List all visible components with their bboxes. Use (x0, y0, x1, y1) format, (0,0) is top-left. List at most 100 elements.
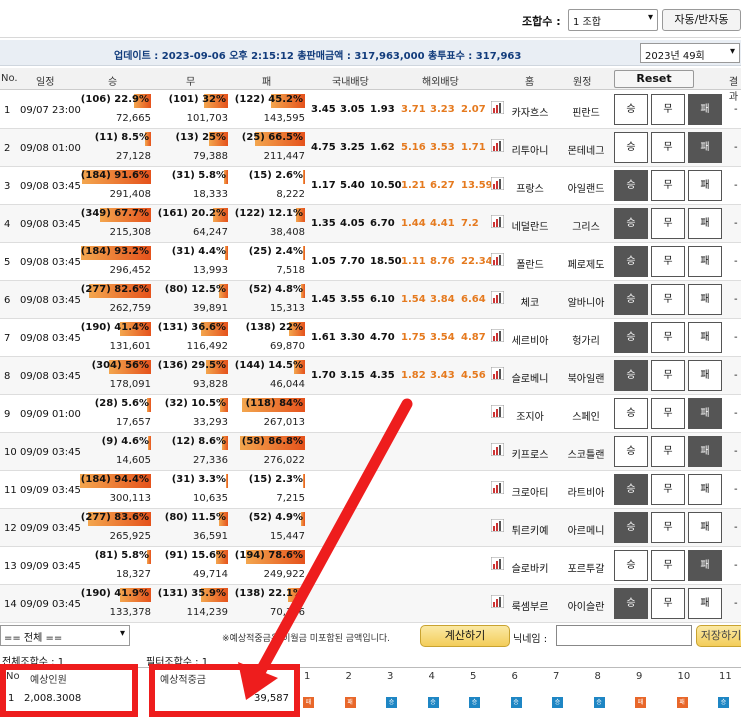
overseas-odds: 1.54 (401, 294, 426, 305)
pick-lose-button[interactable]: 패 (688, 474, 722, 505)
pick-draw-button[interactable]: 무 (651, 170, 685, 201)
vote-d: (31) 5.8% (153, 168, 228, 186)
pick-win-button[interactable]: 승 (614, 588, 648, 619)
pick-lose-button[interactable]: 패 (688, 322, 722, 353)
pick-lose-button[interactable]: 패 (688, 398, 722, 429)
vote-total: 72,665 (116, 113, 151, 124)
pick-win-button[interactable]: 승 (614, 284, 648, 315)
chevron-down-icon: ▾ (119, 628, 125, 639)
pick-draw-button[interactable]: 무 (651, 132, 685, 163)
domestic-odds: 6.70 (370, 218, 395, 229)
pick-draw-button[interactable]: 무 (651, 550, 685, 581)
home-team: 룩셈부르 (511, 602, 549, 613)
vote-l: (15) 2.3% (230, 472, 305, 490)
calculate-button[interactable]: 계산하기 (420, 625, 510, 647)
pick-lose-button[interactable]: 패 (688, 512, 722, 543)
nickname-input[interactable] (556, 625, 692, 646)
pick-lose-button[interactable]: 패 (688, 284, 722, 315)
pick-draw-button[interactable]: 무 (651, 284, 685, 315)
pick-win-button[interactable]: 승 (614, 360, 648, 391)
vote-total: 276,022 (263, 455, 305, 466)
overseas-odds: 2.07 (461, 104, 486, 115)
row-no: 10 (4, 447, 17, 458)
pick-draw-button[interactable]: 무 (651, 512, 685, 543)
pick-win-button[interactable]: 승 (614, 208, 648, 239)
pick-win-button[interactable]: 승 (614, 474, 648, 505)
pick-draw-button[interactable]: 무 (651, 398, 685, 429)
vote-count-pct: (122) 45.2% (234, 94, 303, 105)
vote-w: (106) 22.9% (76, 92, 151, 110)
vote-l: (122) 12.1% (230, 206, 305, 224)
vote-count-pct: (80) 12.5% (164, 284, 226, 295)
pick-win-button[interactable]: 승 (614, 170, 648, 201)
vote-count-pct: (190) 41.9% (80, 588, 149, 599)
pick-draw-button[interactable]: 무 (651, 208, 685, 239)
filter-select[interactable]: == 전체 == ▾ (0, 625, 130, 646)
table-row: 11 09/09 03:45 (184) 94.4% 300,113 (31) 3… (0, 471, 741, 509)
overseas-odds: 6.27 (430, 180, 455, 191)
pick-draw-button[interactable]: 무 (651, 94, 685, 125)
domestic-odds: 3.30 (340, 332, 365, 343)
vote-total: 7,518 (276, 265, 305, 276)
home-team: 폴란드 (516, 260, 544, 271)
home-team: 조지아 (516, 412, 544, 423)
vote-total: 265,925 (109, 531, 151, 542)
vote-count-pct: (131) 35.9% (157, 588, 226, 599)
combo-count-select[interactable]: 1 조합 ▾ (568, 9, 658, 31)
vote-total: 114,239 (186, 607, 228, 618)
pick-win-button[interactable]: 승 (614, 512, 648, 543)
pick-lose-button[interactable]: 패 (688, 208, 722, 239)
pick-lose-button[interactable]: 패 (688, 550, 722, 581)
vote-total: 133,378 (109, 607, 151, 618)
vote-total: 33,293 (193, 417, 228, 428)
pick-win-button[interactable]: 승 (614, 436, 648, 467)
pick-lose-button[interactable]: 패 (688, 132, 722, 163)
pick-lose-button[interactable]: 패 (688, 436, 722, 467)
vote-l: (138) 22% (230, 320, 305, 338)
vote-w: (184) 94.4% (76, 472, 151, 490)
pick-draw-button[interactable]: 무 (651, 246, 685, 277)
pick-draw-button[interactable]: 무 (651, 588, 685, 619)
pick-lose-button[interactable]: 패 (688, 94, 722, 125)
vote-count-pct: (31) 5.8% (171, 170, 226, 181)
away-team: 몬테네그 (567, 146, 605, 157)
vote-count-pct: (13) 25% (175, 132, 226, 143)
pick-lose-button[interactable]: 패 (688, 360, 722, 391)
vote-count-pct: (106) 22.9% (80, 94, 149, 105)
pick-win-button[interactable]: 승 (614, 398, 648, 429)
pick-draw-button[interactable]: 무 (651, 474, 685, 505)
pick-result-marker: 패 (635, 697, 646, 708)
pick-result-marker: 승 (718, 697, 729, 708)
reset-button[interactable]: Reset (614, 70, 694, 88)
pick-win-button[interactable]: 승 (614, 322, 648, 353)
pick-draw-button[interactable]: 무 (651, 322, 685, 353)
round-select[interactable]: 2023년 49회 ▾ (640, 43, 740, 63)
vote-d: (12) 8.6% (153, 434, 228, 452)
vote-total: 211,447 (263, 151, 305, 162)
pick-win-button[interactable]: 승 (614, 132, 648, 163)
overseas-odds: 3.54 (430, 332, 455, 343)
vote-w: (81) 5.8% (76, 548, 151, 566)
pick-win-button[interactable]: 승 (614, 94, 648, 125)
save-button[interactable]: 저장하기 (696, 625, 741, 647)
row-no: 11 (4, 485, 17, 496)
pick-draw-button[interactable]: 무 (651, 360, 685, 391)
combo-count-value: 1 조합 (573, 17, 601, 28)
pick-lose-button[interactable]: 패 (688, 170, 722, 201)
prize-notice: ※예상적중금은 이월금 미포함된 금액입니다. (222, 634, 391, 644)
pick-win-button[interactable]: 승 (614, 246, 648, 277)
vote-d: (131) 35.9% (153, 586, 228, 604)
vote-l: (122) 45.2% (230, 92, 305, 110)
pick-lose-button[interactable]: 패 (688, 246, 722, 277)
vote-count-pct: (144) 14.5% (234, 360, 303, 371)
pick-draw-button[interactable]: 무 (651, 436, 685, 467)
away-team: 북아일랜 (567, 374, 605, 385)
row-time: 09/08 03:45 (20, 257, 81, 268)
away-team: 아르메니 (567, 526, 605, 537)
row-no: 9 (4, 409, 11, 420)
overseas-odds: 3.23 (430, 104, 455, 115)
auto-semi-auto-button[interactable]: 자동/반자동 (662, 9, 741, 31)
pick-lose-button[interactable]: 패 (688, 588, 722, 619)
pick-win-button[interactable]: 승 (614, 550, 648, 581)
table-row: 5 09/08 03:45 (184) 93.2% 296,452 (31) 4.… (0, 243, 741, 281)
